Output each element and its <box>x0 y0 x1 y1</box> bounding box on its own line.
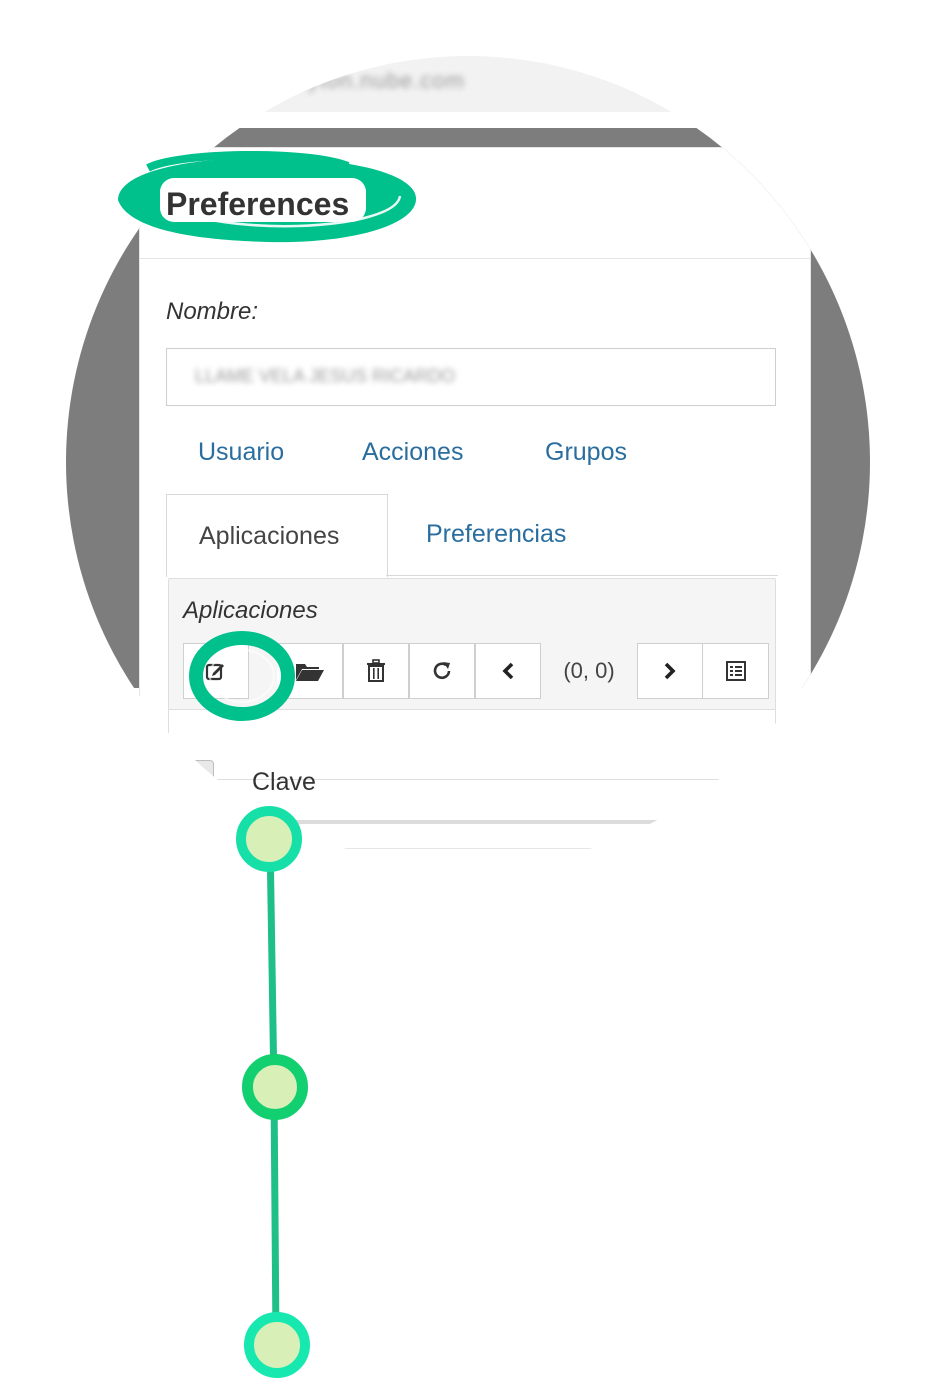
name-field[interactable]: LLAME VELA JESUS RICARDO <box>166 348 776 406</box>
tab-aplicaciones[interactable]: Aplicaciones <box>166 494 388 577</box>
step-node-2 <box>242 1054 308 1120</box>
address-bar-text: demo.tryton.nube.com <box>226 68 465 93</box>
chevron-right-icon <box>664 662 676 680</box>
reload-button[interactable] <box>409 643 475 699</box>
column-header-clave[interactable]: Clave <box>252 768 316 797</box>
preferences-dialog: Preferences Nombre: LLAME VELA JESUS RIC… <box>140 148 810 848</box>
name-field-value: LLAME VELA JESUS RICARDO <box>195 366 456 386</box>
tab-usuario[interactable]: Usuario <box>198 438 284 467</box>
browser-address-bar: demo.tryton.nube.com <box>66 56 870 112</box>
next-button[interactable] <box>637 643 703 699</box>
step-node-3 <box>244 1312 310 1378</box>
page-title-overlay: Preferences <box>166 186 350 222</box>
record-counter: (0, 0) <box>563 658 615 683</box>
chevron-left-icon <box>502 662 514 680</box>
previous-button[interactable] <box>475 643 541 699</box>
tab-grupos[interactable]: Grupos <box>545 438 627 467</box>
refresh-icon <box>433 662 451 680</box>
tab-aplicaciones-label: Aplicaciones <box>199 522 340 550</box>
edit-button-highlight-annotation <box>189 631 295 721</box>
tab-acciones[interactable]: Acciones <box>362 438 463 467</box>
tab-preferencias[interactable]: Preferencias <box>426 520 566 549</box>
step-node-1 <box>236 806 302 872</box>
trash-icon <box>367 659 385 682</box>
tab-divider <box>386 575 778 576</box>
name-label: Nombre: <box>166 298 259 325</box>
switch-view-button[interactable] <box>703 643 769 699</box>
list-icon <box>725 661 746 681</box>
subpanel-title: Aplicaciones <box>183 597 318 624</box>
delete-button[interactable] <box>343 643 409 699</box>
select-all-checkbox[interactable] <box>190 760 214 784</box>
